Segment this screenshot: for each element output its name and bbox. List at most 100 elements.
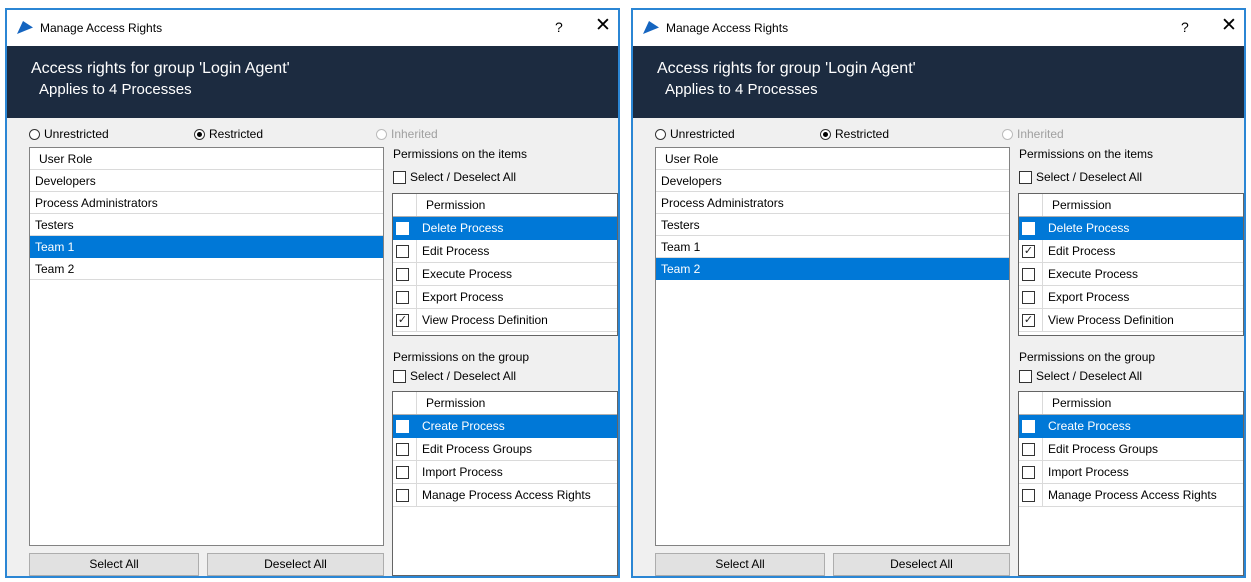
role-row-process-administrators[interactable]: Process Administrators xyxy=(656,192,1009,214)
permission-rows: Delete Process Edit Process Execute Proces… xyxy=(1019,217,1243,332)
checkbox-icon[interactable] xyxy=(1022,267,1035,281)
close-button[interactable]: ✕ xyxy=(1221,16,1237,36)
permission-row-edit-process-groups[interactable]: Edit Process Groups xyxy=(393,438,617,461)
permission-row-create-process[interactable]: Create Process xyxy=(393,415,617,438)
checkbox-icon[interactable] xyxy=(1022,488,1035,502)
group-permission-table-empty-area xyxy=(1018,513,1244,576)
deselect-all-button[interactable]: Deselect All xyxy=(207,553,384,576)
permission-row-import-process[interactable]: Import Process xyxy=(393,461,617,484)
user-role-column-header[interactable]: User Role xyxy=(656,148,1009,170)
role-row-testers[interactable]: Testers xyxy=(30,214,383,236)
radio-label: Unrestricted xyxy=(44,127,109,141)
permission-row-delete-process[interactable]: Delete Process xyxy=(1019,217,1243,240)
permission-row-edit-process[interactable]: Edit Process xyxy=(393,240,617,263)
items-select-deselect-all-checkbox[interactable]: Select / Deselect All xyxy=(1019,170,1142,184)
radio-label: Unrestricted xyxy=(670,127,735,141)
permission-row-execute-process[interactable]: Execute Process xyxy=(393,263,617,286)
permission-row-delete-process[interactable]: Delete Process xyxy=(393,217,617,240)
permission-label: Edit Process Groups xyxy=(422,442,533,456)
permission-column-header[interactable]: Permission xyxy=(1019,392,1243,415)
permission-row-import-process[interactable]: Import Process xyxy=(1019,461,1243,484)
permission-row-view-process-definition[interactable]: View Process Definition xyxy=(1019,309,1243,332)
permission-row-view-process-definition[interactable]: View Process Definition xyxy=(393,309,617,332)
permission-row-manage-process-access-rights[interactable]: Manage Process Access Rights xyxy=(1019,484,1243,507)
checkbox-icon[interactable] xyxy=(1022,465,1035,479)
radio-label: Restricted xyxy=(209,127,264,141)
close-button[interactable]: ✕ xyxy=(595,16,611,36)
checkbox-icon[interactable] xyxy=(396,465,409,479)
role-row-process-administrators[interactable]: Process Administrators xyxy=(30,192,383,214)
radio-unrestricted[interactable]: Unrestricted xyxy=(29,127,109,141)
checkbox-icon[interactable] xyxy=(1022,442,1035,456)
permission-row-edit-process-groups[interactable]: Edit Process Groups xyxy=(1019,438,1243,461)
group-permissions-label: Permissions on the group xyxy=(1019,350,1156,364)
role-rows: Developers Process Administrators Testers T… xyxy=(30,170,383,280)
permission-row-export-process[interactable]: Export Process xyxy=(1019,286,1243,309)
group-select-deselect-all-checkbox[interactable]: Select / Deselect All xyxy=(393,369,516,383)
user-role-list[interactable]: User Role Developers Process Administrato… xyxy=(655,147,1010,546)
permission-column-header[interactable]: Permission xyxy=(1019,194,1243,217)
checkbox-icon[interactable] xyxy=(396,442,409,456)
permission-label: Execute Process xyxy=(1048,267,1139,281)
deselect-all-button[interactable]: Deselect All xyxy=(833,553,1010,576)
permission-row-manage-process-access-rights[interactable]: Manage Process Access Rights xyxy=(393,484,617,507)
group-select-deselect-all-checkbox[interactable]: Select / Deselect All xyxy=(1019,369,1142,383)
role-row-testers[interactable]: Testers xyxy=(656,214,1009,236)
checkbox-checked-icon[interactable] xyxy=(396,313,409,327)
radio-restricted[interactable]: Restricted xyxy=(194,127,263,141)
checkbox-icon[interactable] xyxy=(1022,221,1035,235)
permission-label: Edit Process Groups xyxy=(1048,442,1159,456)
items-permissions-label: Permissions on the items xyxy=(1019,147,1154,161)
role-row-team-1[interactable]: Team 1 xyxy=(30,236,383,258)
checkbox-icon[interactable] xyxy=(396,290,409,304)
permission-label: Edit Process xyxy=(1048,244,1116,258)
banner-title: Access rights for group 'Login Agent' xyxy=(31,60,290,77)
checkbox-icon[interactable] xyxy=(396,488,409,502)
title-bar: Manage Access Rights ? ✕ xyxy=(7,10,618,46)
permission-label: Manage Process Access Rights xyxy=(422,488,591,502)
permission-row-create-process[interactable]: Create Process xyxy=(1019,415,1243,438)
help-button[interactable]: ? xyxy=(555,19,563,35)
header-banner: Access rights for group 'Login Agent' Ap… xyxy=(7,46,618,118)
permission-rows: Delete Process Edit Process Execute Proces… xyxy=(393,217,617,332)
checkbox-icon[interactable] xyxy=(396,267,409,281)
radio-inherited[interactable]: Inherited xyxy=(376,127,438,141)
permission-row-export-process[interactable]: Export Process xyxy=(393,286,617,309)
role-row-team-1[interactable]: Team 1 xyxy=(656,236,1009,258)
select-all-button[interactable]: Select All xyxy=(29,553,199,576)
window-title: Manage Access Rights xyxy=(666,21,789,35)
header-banner: Access rights for group 'Login Agent' Ap… xyxy=(633,46,1244,118)
select-all-button[interactable]: Select All xyxy=(655,553,825,576)
radio-inherited[interactable]: Inherited xyxy=(1002,127,1064,141)
role-row-team-2[interactable]: Team 2 xyxy=(30,258,383,280)
checkbox-checked-icon[interactable] xyxy=(1022,244,1035,258)
radio-circle-icon xyxy=(1002,128,1013,140)
permission-column-header[interactable]: Permission xyxy=(393,194,617,217)
role-row-team-2[interactable]: Team 2 xyxy=(656,258,1009,280)
user-role-list[interactable]: User Role Developers Process Administrato… xyxy=(29,147,384,546)
permission-label: Create Process xyxy=(422,419,505,433)
user-role-column-header[interactable]: User Role xyxy=(30,148,383,170)
checkbox-checked-icon[interactable] xyxy=(1022,313,1035,327)
checkbox-icon[interactable] xyxy=(396,419,409,433)
group-permission-table: Permission Create Process Edit Process Gr… xyxy=(392,391,618,514)
app-logo-icon xyxy=(643,21,659,34)
help-button[interactable]: ? xyxy=(1181,19,1189,35)
permission-column-header[interactable]: Permission xyxy=(393,392,617,415)
manage-access-rights-dialog-2: Manage Access Rights ? ✕ Access rights f… xyxy=(631,8,1246,578)
permission-row-edit-process[interactable]: Edit Process xyxy=(1019,240,1243,263)
permission-label: Import Process xyxy=(422,465,503,479)
role-row-developers[interactable]: Developers xyxy=(30,170,383,192)
checkbox-icon[interactable] xyxy=(1022,419,1035,433)
role-row-developers[interactable]: Developers xyxy=(656,170,1009,192)
checkbox-icon[interactable] xyxy=(396,244,409,258)
items-select-deselect-all-checkbox[interactable]: Select / Deselect All xyxy=(393,170,516,184)
items-permission-table: Permission Delete Process Edit Process Exe… xyxy=(1018,193,1244,336)
checkbox-icon[interactable] xyxy=(1022,290,1035,304)
radio-unrestricted[interactable]: Unrestricted xyxy=(655,127,735,141)
radio-restricted[interactable]: Restricted xyxy=(820,127,889,141)
permission-label: Edit Process xyxy=(422,244,490,258)
checkbox-icon[interactable] xyxy=(396,221,409,235)
permission-row-execute-process[interactable]: Execute Process xyxy=(1019,263,1243,286)
permission-rows: Create Process Edit Process Groups Import … xyxy=(1019,415,1243,507)
